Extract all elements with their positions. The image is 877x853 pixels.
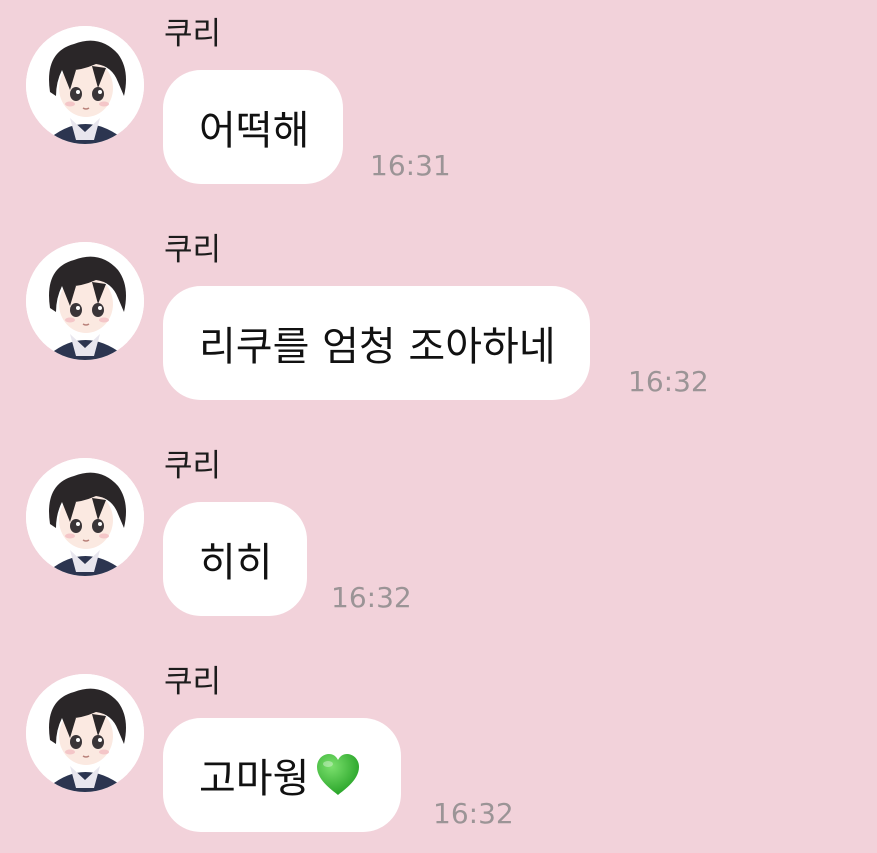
message-text: 어떡해 xyxy=(199,108,310,154)
chat-message-list: 쿠리 어떡해 16:31 쿠리 리쿠를 엄청 조아하네 16:32 쿠리 히히 … xyxy=(0,0,877,853)
sender-name: 쿠리 xyxy=(164,664,222,700)
avatar-image xyxy=(26,458,144,576)
green-heart-icon xyxy=(313,750,363,800)
avatar[interactable] xyxy=(26,674,144,792)
sender-name: 쿠리 xyxy=(164,232,222,268)
sender-name: 쿠리 xyxy=(164,16,222,52)
message-timestamp: 16:32 xyxy=(628,365,709,398)
avatar[interactable] xyxy=(26,458,144,576)
message-row: 쿠리 어떡해 16:31 xyxy=(0,0,877,200)
message-bubble[interactable]: 리쿠를 엄청 조아하네 xyxy=(163,286,590,400)
message-timestamp: 16:31 xyxy=(370,149,451,182)
message-bubble[interactable]: 고마웡 xyxy=(163,718,402,832)
message-bubble[interactable]: 어떡해 xyxy=(163,70,344,184)
avatar[interactable] xyxy=(26,242,144,360)
message-timestamp: 16:32 xyxy=(331,581,412,614)
avatar[interactable] xyxy=(26,26,144,144)
avatar-image xyxy=(26,242,144,360)
avatar-image xyxy=(26,26,144,144)
message-text: 리쿠를 엄청 조아하네 xyxy=(199,324,556,370)
message-row: 쿠리 히히 16:32 xyxy=(0,432,877,632)
message-bubble[interactable]: 히히 xyxy=(163,502,307,616)
avatar-image xyxy=(26,674,144,792)
message-row: 쿠리 리쿠를 엄청 조아하네 16:32 xyxy=(0,216,877,416)
message-text: 히히 xyxy=(199,540,273,586)
sender-name: 쿠리 xyxy=(164,448,222,484)
message-text: 고마웡 xyxy=(199,756,310,802)
message-row: 쿠리 고마웡 16:32 xyxy=(0,648,877,848)
message-timestamp: 16:32 xyxy=(433,797,514,830)
